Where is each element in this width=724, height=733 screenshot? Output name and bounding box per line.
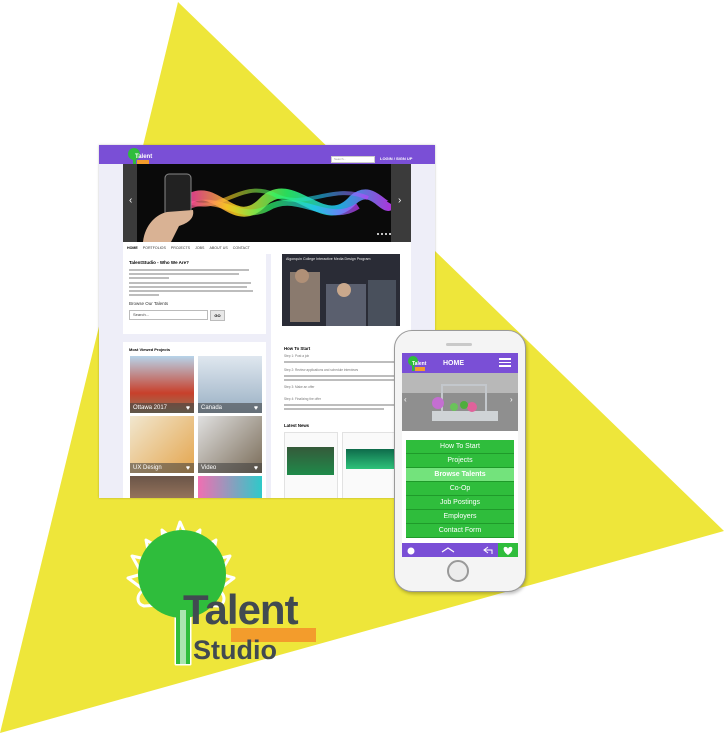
phone-logo-text: Talent xyxy=(412,361,427,367)
menu-item-employers[interactable]: Employers xyxy=(406,510,514,524)
hero-image xyxy=(143,173,396,242)
who-we-are-card: TalentStudio - Who We Are? Browse Our Ta… xyxy=(123,254,266,334)
step-item: Step 1: Post a job xyxy=(284,354,310,358)
login-signup-link[interactable]: LOGIN / SIGN UP xyxy=(380,156,412,161)
nav-projects[interactable]: PROJECTS xyxy=(171,246,190,250)
video-player[interactable]: Algonquin College Interactive Media Desi… xyxy=(282,254,400,326)
desktop-search-input[interactable]: Search... xyxy=(331,156,375,163)
step-item: Step 3: Make an offer xyxy=(284,385,315,389)
desktop-left-column: TalentStudio - Who We Are? Browse Our Ta… xyxy=(123,254,271,498)
desktop-page-content: ‹ › HOME PORTFOLIOS PROJECTS JOBS ABOUT … xyxy=(123,164,411,498)
menu-item-browse-talents[interactable]: Browse Talents xyxy=(406,468,514,482)
browse-go-button[interactable]: GO xyxy=(210,310,225,321)
heart-icon[interactable]: ♥ xyxy=(186,465,190,472)
project-tile[interactable]: Canada ♥ xyxy=(198,356,262,413)
phone-footer-icons xyxy=(407,543,518,557)
phone-hero-next-icon[interactable]: › xyxy=(510,395,513,404)
most-viewed-title: Most Viewed Projects xyxy=(129,347,171,352)
nav-portfolios[interactable]: PORTFOLIOS xyxy=(143,246,166,250)
desktop-website-mockup: Talent Search... LOGIN / SIGN UP ‹ › HOM… xyxy=(99,145,435,498)
video-title: Algonquin College Interactive Media Desi… xyxy=(286,257,371,261)
tile-label: UX Design xyxy=(130,463,194,473)
project-tile[interactable] xyxy=(130,476,194,498)
news-tweet-card[interactable] xyxy=(284,432,338,498)
tile-label: Ottawa 2017 xyxy=(130,403,194,413)
desktop-logo-text: Talent xyxy=(135,154,153,160)
nav-contact[interactable]: CONTACT xyxy=(233,246,250,250)
browse-search-input[interactable]: Search... xyxy=(129,310,208,320)
most-viewed-card: Most Viewed Projects Ottawa 2017 ♥ Canad… xyxy=(123,342,266,498)
menu-item-co-op[interactable]: Co-Op xyxy=(406,482,514,496)
tile-label: Video xyxy=(198,463,262,473)
phone-footer-bar xyxy=(402,543,518,557)
phone-home-button[interactable] xyxy=(447,560,469,582)
phone-page-title: HOME xyxy=(443,360,464,367)
step-item: Step 2: Review applications and schedule… xyxy=(284,368,359,372)
news-tweet-card[interactable] xyxy=(342,432,400,498)
nav-home[interactable]: HOME xyxy=(127,246,138,250)
project-tile[interactable] xyxy=(198,476,262,498)
menu-item-contact-form[interactable]: Contact Form xyxy=(406,524,514,538)
browse-talents-label: Browse Our Talents xyxy=(129,301,169,306)
mobile-phone-mockup: Talent HOME ‹ › How To Start Projects Br… xyxy=(394,330,526,592)
project-tile[interactable]: UX Design ♥ xyxy=(130,416,194,473)
phone-hero-image: ‹ › xyxy=(402,373,518,431)
hero-next-arrow-icon[interactable]: › xyxy=(398,195,401,206)
project-tile[interactable]: Ottawa 2017 ♥ xyxy=(130,356,194,413)
heart-icon[interactable]: ♥ xyxy=(254,465,258,472)
phone-hero-photo xyxy=(402,373,518,431)
menu-item-job-postings[interactable]: Job Postings xyxy=(406,496,514,510)
desktop-right-column: Algonquin College Interactive Media Desi… xyxy=(282,254,408,498)
video-thumbnail xyxy=(282,254,400,326)
nav-about-us[interactable]: ABOUT US xyxy=(209,246,227,250)
project-tile[interactable]: Video ♥ xyxy=(198,416,262,473)
desktop-nav: HOME PORTFOLIOS PROJECTS JOBS ABOUT US C… xyxy=(123,243,415,252)
phone-speaker xyxy=(446,343,472,346)
nav-jobs[interactable]: JOBS xyxy=(195,246,204,250)
how-to-start-title: How To Start xyxy=(284,346,311,351)
brand-word-studio: Studio xyxy=(193,635,277,665)
menu-item-how-to-start[interactable]: How To Start xyxy=(406,440,514,454)
hamburger-menu-icon[interactable] xyxy=(499,358,511,367)
latest-news-title: Latest News xyxy=(284,423,310,428)
brand-word-talent: Talent xyxy=(183,586,299,633)
phone-screen: Talent HOME ‹ › How To Start Projects Br… xyxy=(402,353,518,557)
step-item: Step 4: Finalizing the offer xyxy=(284,397,321,401)
heart-icon[interactable]: ♥ xyxy=(254,405,258,412)
tile-label: Canada xyxy=(198,403,262,413)
menu-item-projects[interactable]: Projects xyxy=(406,454,514,468)
hero-slider: ‹ › xyxy=(123,164,411,242)
who-we-are-title: TalentStudio - Who We Are? xyxy=(129,260,189,265)
phone-menu: How To Start Projects Browse Talents Co-… xyxy=(406,440,514,538)
heart-icon[interactable]: ♥ xyxy=(186,405,190,412)
hero-prev-arrow-icon[interactable]: ‹ xyxy=(129,195,132,206)
phone-hero-prev-icon[interactable]: ‹ xyxy=(404,395,407,404)
